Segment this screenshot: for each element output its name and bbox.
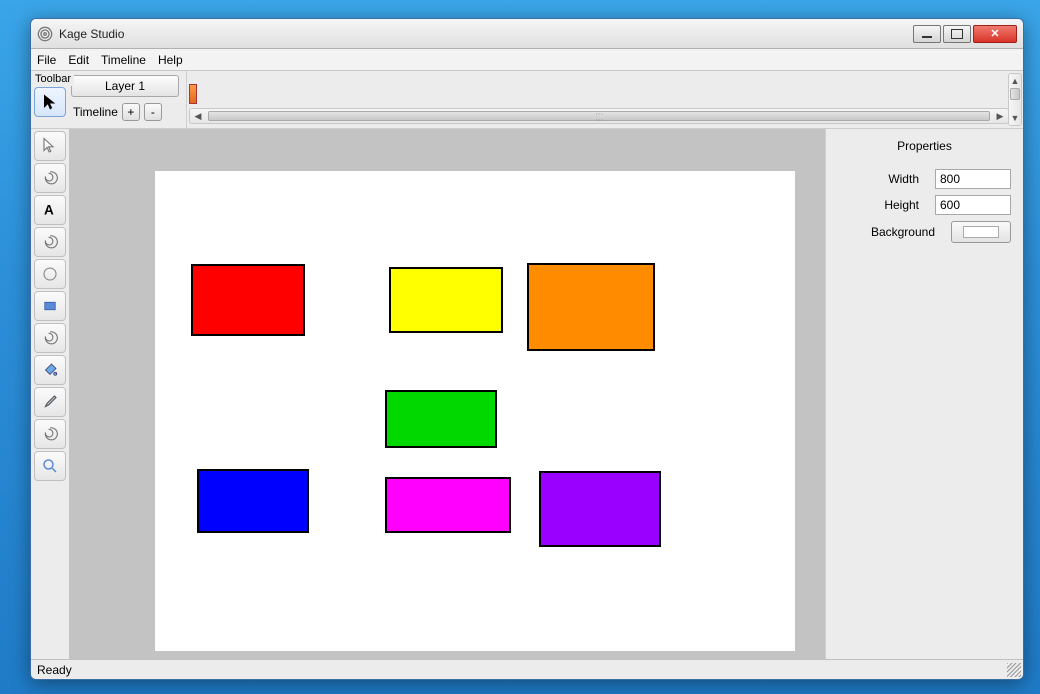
rect-green[interactable] (385, 390, 497, 448)
height-input[interactable] (935, 195, 1011, 215)
tool-zoom[interactable] (34, 451, 66, 481)
timeline-region: Layer 1 Timeline + - ◀ ▶ ▲ ▼ (31, 71, 1023, 129)
rect-purple[interactable] (539, 471, 661, 547)
tool-spiral-2[interactable] (34, 227, 66, 257)
background-color-button[interactable] (951, 221, 1011, 243)
main-region: A Properties Width Height Backgr (31, 129, 1023, 659)
scroll-right-icon[interactable]: ▶ (992, 109, 1008, 123)
height-label: Height (838, 198, 923, 212)
properties-title: Properties (834, 137, 1015, 163)
tool-spiral-4[interactable] (34, 419, 66, 449)
canvas-viewport[interactable] (69, 129, 825, 659)
frames-vertical-scrollbar[interactable]: ▲ ▼ (1008, 73, 1022, 126)
titlebar[interactable]: Kage Studio (31, 19, 1023, 49)
rect-yellow[interactable] (389, 267, 503, 333)
frames-area: ◀ ▶ ▲ ▼ (187, 71, 1023, 128)
tool-spiral-1[interactable] (34, 163, 66, 193)
resize-grip[interactable] (1007, 663, 1021, 677)
frame-indicator[interactable] (189, 84, 197, 104)
tool-circle[interactable] (34, 259, 66, 289)
scroll-thumb[interactable] (208, 111, 990, 121)
canvas[interactable] (155, 171, 795, 651)
menu-timeline[interactable]: Timeline (101, 53, 146, 67)
rect-magenta[interactable] (385, 477, 511, 533)
app-icon (37, 26, 53, 42)
tool-select[interactable] (34, 87, 66, 117)
width-input[interactable] (935, 169, 1011, 189)
toolbar-label: Toolbar (32, 72, 74, 86)
toolbox: A (31, 129, 69, 659)
layer-button[interactable]: Layer 1 (71, 75, 179, 97)
v-scroll-thumb[interactable] (1010, 88, 1020, 100)
rect-red[interactable] (191, 264, 305, 336)
menu-help[interactable]: Help (158, 53, 183, 67)
window-controls (913, 25, 1017, 43)
tool-node[interactable] (34, 131, 66, 161)
rect-blue[interactable] (197, 469, 309, 533)
svg-text:A: A (44, 203, 54, 218)
background-swatch (963, 226, 999, 238)
status-text: Ready (37, 663, 72, 677)
rect-orange[interactable] (527, 263, 655, 351)
menubar: File Edit Timeline Help (31, 49, 1023, 71)
width-label: Width (838, 172, 923, 186)
tool-spiral-3[interactable] (34, 323, 66, 353)
layer-panel: Layer 1 Timeline + - (69, 71, 187, 128)
properties-panel: Properties Width Height Background (825, 129, 1023, 659)
timeline-label: Timeline (73, 105, 118, 119)
background-label: Background (838, 225, 939, 239)
app-window: Kage Studio File Edit Timeline Help Tool… (30, 18, 1024, 680)
minimize-button[interactable] (913, 25, 941, 43)
close-button[interactable] (973, 25, 1017, 43)
statusbar: Ready (31, 659, 1023, 679)
maximize-button[interactable] (943, 25, 971, 43)
scroll-left-icon[interactable]: ◀ (190, 109, 206, 123)
scroll-up-icon[interactable]: ▲ (1009, 74, 1021, 88)
menu-file[interactable]: File (37, 53, 56, 67)
timeline-remove-button[interactable]: - (144, 103, 162, 121)
tool-rectangle[interactable] (34, 291, 66, 321)
tool-eyedropper[interactable] (34, 387, 66, 417)
menu-edit[interactable]: Edit (68, 53, 89, 67)
timeline-add-button[interactable]: + (122, 103, 140, 121)
tool-text[interactable]: A (34, 195, 66, 225)
frames-horizontal-scrollbar[interactable]: ◀ ▶ (189, 108, 1009, 124)
tool-fill[interactable] (34, 355, 66, 385)
window-title: Kage Studio (59, 27, 913, 41)
scroll-down-icon[interactable]: ▼ (1009, 111, 1021, 125)
